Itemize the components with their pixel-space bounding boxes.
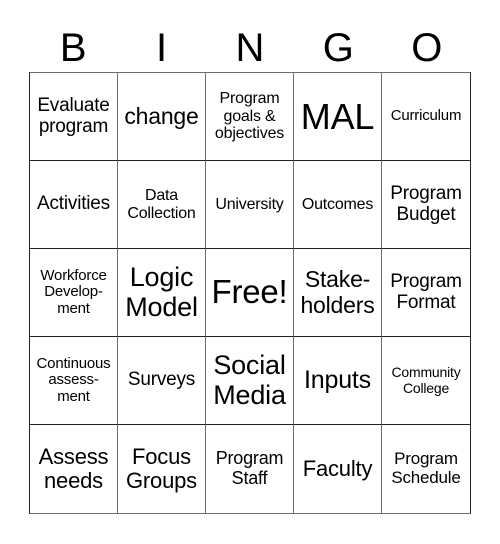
cell-label: Program Schedule [391, 449, 461, 487]
header-letter-b: B [59, 26, 87, 70]
bingo-cell-free[interactable]: Free! [206, 249, 294, 337]
bingo-cell[interactable]: Surveys [118, 337, 206, 425]
bingo-cell[interactable]: Program Staff [206, 425, 294, 513]
cell-label: Focus Groups [126, 443, 197, 493]
bingo-cell[interactable]: Program goals & objectives [206, 73, 294, 161]
bingo-cell[interactable]: MAL [294, 73, 382, 161]
cell-label: Evaluate program [37, 94, 110, 137]
cell-label: University [215, 195, 284, 213]
bingo-cell[interactable]: Social Media [206, 337, 294, 425]
bingo-cell[interactable]: Faculty [294, 425, 382, 513]
bingo-cell[interactable]: Inputs [294, 337, 382, 425]
cell-label: MAL [300, 95, 375, 137]
bingo-cell[interactable]: Continuous assess- ment [30, 337, 118, 425]
bingo-cell[interactable]: Program Format [382, 249, 470, 337]
bingo-header: B I N G O [29, 24, 471, 72]
cell-label: Logic Model [125, 261, 198, 322]
bingo-cell[interactable]: Curriculum [382, 73, 470, 161]
bingo-cell[interactable]: Community College [382, 337, 470, 425]
cell-label: Inputs [304, 365, 371, 394]
cell-label: Curriculum [390, 107, 462, 125]
cell-label: Assess needs [38, 443, 109, 493]
bingo-cell[interactable]: change [118, 73, 206, 161]
cell-label: Stake- holders [300, 266, 375, 318]
bingo-cell[interactable]: Workforce Develop- ment [30, 249, 118, 337]
bingo-cell[interactable]: Activities [30, 161, 118, 249]
cell-label: change [124, 102, 199, 129]
free-space-label: Free! [211, 273, 288, 311]
header-letter-g: G [322, 26, 354, 70]
bingo-cell[interactable]: Program Budget [382, 161, 470, 249]
cell-label: Surveys [127, 369, 196, 391]
cell-label: Social Media [213, 349, 286, 410]
bingo-cell[interactable]: Data Collection [118, 161, 206, 249]
cell-label: Program goals & objectives [214, 90, 285, 143]
header-letter-i: I [156, 26, 168, 70]
cell-label: Workforce Develop- ment [40, 266, 107, 317]
cell-label: Program Staff [215, 448, 284, 488]
cell-label: Activities [37, 193, 110, 215]
cell-label: Program Format [390, 270, 462, 313]
bingo-cell[interactable]: University [206, 161, 294, 249]
cell-label: Continuous assess- ment [36, 354, 111, 405]
cell-label: Faculty [302, 455, 373, 481]
bingo-cell[interactable]: Stake- holders [294, 249, 382, 337]
cell-label: Data Collection [127, 186, 196, 222]
cell-label: Outcomes [301, 195, 374, 213]
header-letter-n: N [235, 26, 265, 70]
bingo-cell[interactable]: Program Schedule [382, 425, 470, 513]
bingo-cell[interactable]: Logic Model [118, 249, 206, 337]
bingo-cell[interactable]: Outcomes [294, 161, 382, 249]
bingo-cell[interactable]: Evaluate program [30, 73, 118, 161]
cell-label: Program Budget [390, 182, 462, 225]
bingo-cell[interactable]: Assess needs [30, 425, 118, 513]
header-letter-o: O [411, 26, 443, 70]
cell-label: Community College [391, 364, 461, 396]
bingo-grid: Evaluate program change Program goals & … [29, 72, 471, 514]
bingo-cell[interactable]: Focus Groups [118, 425, 206, 513]
